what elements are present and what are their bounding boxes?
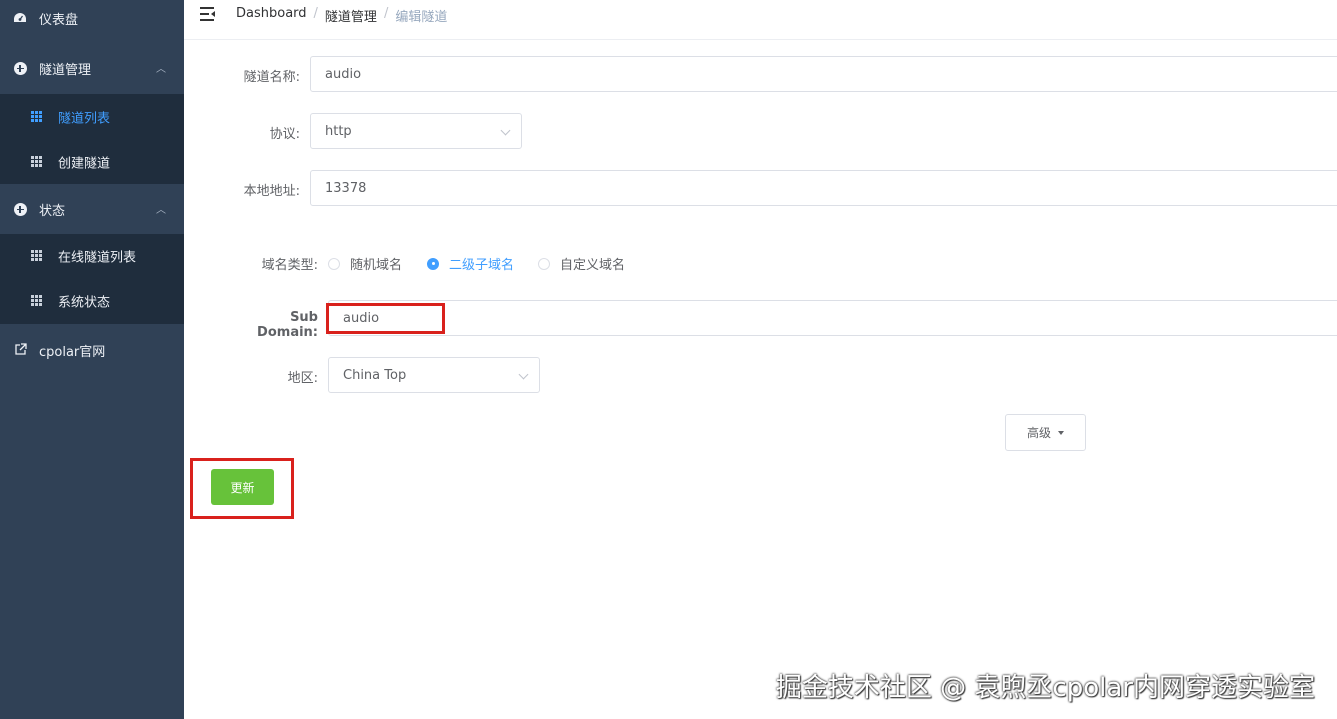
caret-down-icon <box>1058 430 1064 435</box>
domain-type-label: 域名类型: <box>261 258 318 273</box>
breadcrumb-dashboard[interactable]: Dashboard <box>236 6 307 25</box>
dashboard-icon <box>13 11 27 25</box>
protocol-select[interactable]: http <box>310 113 522 149</box>
advanced-button-label: 高级 <box>1026 426 1051 440</box>
grid-icon <box>31 155 44 168</box>
sidebar-item-label: cpolar官网 <box>39 345 106 360</box>
tunnel-submenu: 隧道列表 创建隧道 <box>0 94 184 184</box>
status-submenu: 在线隧道列表 系统状态 <box>0 234 184 324</box>
breadcrumb-tunnel-management[interactable]: 隧道管理 <box>325 6 377 25</box>
region-label: 地区: <box>287 371 318 386</box>
plus-circle-icon <box>13 202 27 216</box>
radio-circle <box>328 257 340 270</box>
grid-icon <box>31 294 44 307</box>
chevron-up-icon: ︿ <box>156 205 166 216</box>
radio-circle-checked <box>427 257 439 270</box>
radio-label: 二级子域名 <box>449 258 515 273</box>
watermark-text: 掘金技术社区 @ 袁煦丞cpolar内网穿透实验室 <box>775 673 1315 703</box>
sidebar-item-label: 创建隧道 <box>58 156 111 171</box>
sidebar-item-label: 系统状态 <box>58 295 111 310</box>
breadcrumb-separator: / <box>383 6 389 21</box>
radio-custom-domain[interactable]: 自定义域名 <box>538 254 625 273</box>
sidebar-item-label: 隧道列表 <box>58 111 111 126</box>
plus-circle-icon <box>13 61 27 75</box>
sidebar-item-create-tunnel[interactable]: 创建隧道 <box>0 139 184 184</box>
breadcrumb-edit-tunnel: 编辑隧道 <box>395 10 448 25</box>
sidebar: 仪表盘 隧道管理 ︿ 隧道列表 创建隧道 状态 ︿ 在线隧道列表 系统状态 cp… <box>0 0 184 719</box>
protocol-value: http <box>325 123 352 139</box>
local-address-value: 13378 <box>325 180 367 196</box>
radio-random-domain[interactable]: 随机域名 <box>328 254 402 273</box>
local-address-input[interactable]: 13378 <box>310 170 1337 206</box>
subdomain-label: Sub Domain: <box>257 310 318 340</box>
sidebar-item-tunnel-list[interactable]: 隧道列表 <box>0 94 184 139</box>
local-address-label: 本地地址: <box>243 184 300 199</box>
sidebar-item-system-status[interactable]: 系统状态 <box>0 279 184 322</box>
region-select[interactable]: China Top <box>328 357 540 393</box>
tunnel-name-value: audio <box>325 66 362 82</box>
subdomain-input[interactable]: audio <box>328 300 1337 336</box>
radio-label: 随机域名 <box>350 258 403 273</box>
hamburger-icon[interactable] <box>200 7 216 21</box>
breadcrumb: Dashboard / 隧道管理 / 编辑隧道 <box>236 6 447 25</box>
protocol-label: 协议: <box>269 127 300 142</box>
sidebar-item-online-tunnels[interactable]: 在线隧道列表 <box>0 234 184 277</box>
sidebar-item-label: 在线隧道列表 <box>58 250 137 265</box>
sidebar-item-dashboard[interactable]: 仪表盘 <box>0 0 184 36</box>
tunnel-name-label: 隧道名称: <box>243 70 300 85</box>
sidebar-item-label: 状态 <box>39 204 66 219</box>
top-header: Dashboard / 隧道管理 / 编辑隧道 <box>184 0 1337 40</box>
highlight-box-update <box>190 458 294 519</box>
radio-label: 自定义域名 <box>560 258 626 273</box>
tunnel-name-input[interactable]: audio <box>310 56 1337 92</box>
radio-subdomain[interactable]: 二级子域名 <box>427 254 514 273</box>
chevron-up-icon: ︿ <box>156 64 166 75</box>
region-value: China Top <box>343 367 407 383</box>
sidebar-item-label: 隧道管理 <box>39 63 92 78</box>
app-root: 仪表盘 隧道管理 ︿ 隧道列表 创建隧道 状态 ︿ 在线隧道列表 系统状态 cp… <box>0 0 1337 719</box>
highlight-box-subdomain <box>326 303 445 334</box>
breadcrumb-separator: / <box>313 6 318 21</box>
sidebar-item-cpolar-site[interactable]: cpolar官网 <box>0 332 184 368</box>
grid-icon <box>31 249 44 262</box>
grid-icon <box>31 110 44 123</box>
sidebar-item-label: 仪表盘 <box>39 13 79 28</box>
chevron-down-icon <box>500 125 511 136</box>
radio-circle <box>538 257 550 270</box>
advanced-button[interactable]: 高级 <box>1005 414 1086 451</box>
sidebar-item-status[interactable]: 状态 ︿ <box>0 191 184 227</box>
sidebar-item-tunnel-management[interactable]: 隧道管理 ︿ <box>0 50 184 86</box>
chevron-down-icon <box>518 369 529 380</box>
external-link-icon <box>13 342 27 356</box>
